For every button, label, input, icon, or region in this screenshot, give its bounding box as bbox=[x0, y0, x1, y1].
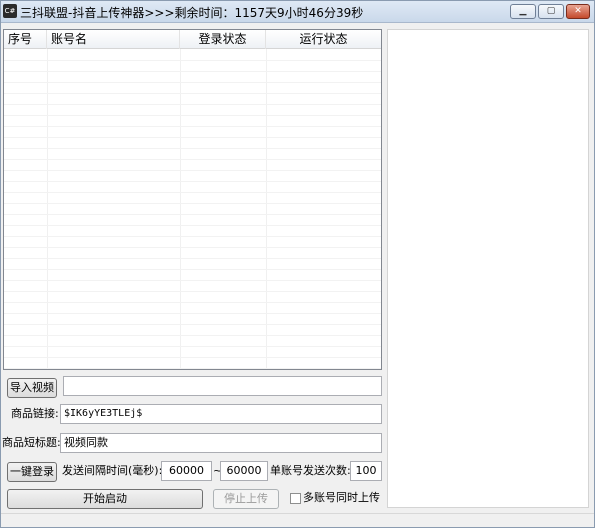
minimize-icon: ▁ bbox=[519, 6, 527, 16]
grid-row-line bbox=[4, 302, 381, 303]
product-link-field[interactable]: $IK6yYE3TLEj$ bbox=[60, 404, 382, 424]
column-header-run-status[interactable]: 运行状态 bbox=[266, 30, 381, 49]
grid-divider bbox=[266, 49, 267, 369]
grid-row-line bbox=[4, 313, 381, 314]
grid-row-line bbox=[4, 258, 381, 259]
app-icon: C# bbox=[3, 4, 17, 18]
grid-row-line bbox=[4, 346, 381, 347]
grid-row-line bbox=[4, 104, 381, 105]
log-panel[interactable] bbox=[387, 29, 589, 508]
grid-divider bbox=[47, 49, 48, 369]
start-button[interactable]: 开始启动 bbox=[7, 489, 203, 509]
column-header-index[interactable]: 序号 bbox=[4, 30, 47, 49]
grid-row-line bbox=[4, 291, 381, 292]
grid-row-line bbox=[4, 126, 381, 127]
send-interval-label: 发送间隔时间(毫秒): bbox=[62, 464, 163, 477]
title-bar[interactable]: C# 三抖联盟-抖音上传神器>>>剩余时间：1157天9小时46分39秒 ▁ ▢… bbox=[1, 1, 594, 23]
grid-row-line bbox=[4, 82, 381, 83]
window-title: 三抖联盟-抖音上传神器>>>剩余时间：1157天9小时46分39秒 bbox=[20, 6, 364, 20]
send-count-label: 单账号发送次数: bbox=[270, 464, 351, 477]
grid-row-line bbox=[4, 335, 381, 336]
maximize-icon: ▢ bbox=[546, 6, 556, 16]
import-video-button[interactable]: 导入视频 bbox=[7, 378, 57, 398]
grid-row-line bbox=[4, 214, 381, 215]
grid-row-line bbox=[4, 93, 381, 94]
interval-max-field[interactable]: 60000 bbox=[220, 461, 268, 481]
grid-row-line bbox=[4, 236, 381, 237]
grid-row-line bbox=[4, 159, 381, 160]
column-header-account[interactable]: 账号名 bbox=[47, 30, 180, 49]
grid-row-line bbox=[4, 247, 381, 248]
product-link-label: 商品链接: bbox=[11, 407, 59, 420]
grid-row-line bbox=[4, 203, 381, 204]
stop-upload-button[interactable]: 停止上传 bbox=[213, 489, 279, 509]
grid-row-line bbox=[4, 115, 381, 116]
multi-account-label[interactable]: 多账号同时上传 bbox=[303, 488, 380, 508]
interval-min-field[interactable]: 60000 bbox=[161, 461, 212, 481]
close-button[interactable]: ✕ bbox=[566, 4, 590, 19]
video-path-field[interactable] bbox=[63, 376, 382, 396]
close-icon: ✕ bbox=[574, 6, 582, 16]
grid-row-line bbox=[4, 181, 381, 182]
grid-row-line bbox=[4, 357, 381, 358]
grid-row-line bbox=[4, 137, 381, 138]
grid-row-line bbox=[4, 280, 381, 281]
column-header-login-status[interactable]: 登录状态 bbox=[180, 30, 266, 49]
maximize-button[interactable]: ▢ bbox=[538, 4, 564, 19]
grid-row-line bbox=[4, 368, 381, 369]
main-window: C# 三抖联盟-抖音上传神器>>>剩余时间：1157天9小时46分39秒 ▁ ▢… bbox=[0, 0, 595, 528]
grid-row-line bbox=[4, 148, 381, 149]
grid-row-line bbox=[4, 60, 381, 61]
multi-account-checkbox[interactable] bbox=[290, 493, 301, 504]
product-title-field[interactable]: 视频同款 bbox=[60, 433, 382, 453]
grid-row-line bbox=[4, 170, 381, 171]
status-bar bbox=[1, 513, 594, 527]
grid-row-line bbox=[4, 269, 381, 270]
interval-separator: ~ bbox=[213, 464, 223, 477]
one-click-login-button[interactable]: 一键登录 bbox=[7, 462, 57, 482]
account-table[interactable]: 序号 账号名 登录状态 运行状态 bbox=[3, 29, 382, 370]
product-title-label: 商品短标题: bbox=[2, 436, 61, 449]
grid-row-line bbox=[4, 225, 381, 226]
send-count-field[interactable]: 100 bbox=[350, 461, 382, 481]
grid-row-line bbox=[4, 324, 381, 325]
table-header: 序号 账号名 登录状态 运行状态 bbox=[4, 30, 381, 49]
minimize-button[interactable]: ▁ bbox=[510, 4, 536, 19]
grid-row-line bbox=[4, 71, 381, 72]
grid-row-line bbox=[4, 192, 381, 193]
grid-divider bbox=[180, 49, 181, 369]
